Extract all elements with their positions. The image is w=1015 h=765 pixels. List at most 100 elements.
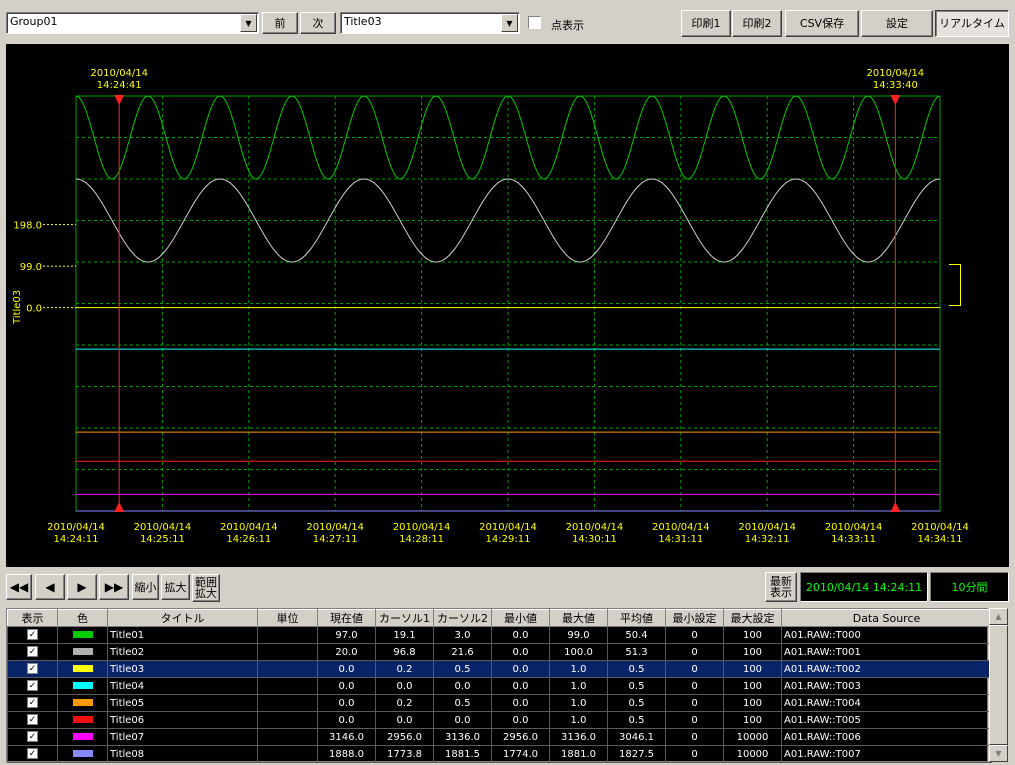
column-header[interactable]: 最小値	[491, 609, 550, 627]
color-swatch[interactable]	[72, 733, 93, 740]
scroll-up-icon[interactable]: ▲	[989, 608, 1008, 625]
color-swatch[interactable]	[72, 631, 93, 638]
color-swatch[interactable]	[72, 750, 93, 757]
skip-first-icon: ◀◀	[9, 579, 29, 594]
cursor2-date-label: 2010/04/14	[867, 68, 925, 79]
print1-button[interactable]: 印刷1	[681, 10, 731, 37]
skip-last-button[interactable]: ▶▶	[99, 574, 129, 600]
time-span-display[interactable]: 10分間	[930, 572, 1009, 602]
group-select[interactable]: Group01 ▼	[6, 12, 259, 34]
visible-checkbox[interactable]: ✓	[27, 714, 38, 726]
color-cell[interactable]	[57, 694, 108, 712]
table-row[interactable]: ✓ Title01 97.0 19.1 3.0 0.0 99.0 50.4 0 100 A01.RA…	[7, 626, 992, 644]
color-swatch[interactable]	[72, 665, 93, 672]
column-header[interactable]: Data Source	[781, 609, 992, 627]
step-back-button[interactable]: ◀	[35, 574, 65, 600]
scroll-down-icon[interactable]: ▼	[989, 745, 1008, 762]
scroll-thumb[interactable]	[989, 625, 1008, 745]
visible-checkbox[interactable]: ✓	[27, 697, 38, 709]
cursor2-top-marker-icon[interactable]	[890, 95, 901, 105]
chevron-down-icon[interactable]: ▼	[501, 14, 518, 32]
color-cell[interactable]	[57, 677, 108, 695]
settings-button[interactable]: 設定	[861, 10, 933, 37]
color-cell[interactable]	[57, 745, 108, 763]
color-cell[interactable]	[57, 643, 108, 661]
color-swatch[interactable]	[72, 682, 93, 689]
column-header[interactable]: 現在値	[317, 609, 376, 627]
x-tick-date: 2010/04/14	[47, 522, 105, 533]
visible-cell[interactable]: ✓	[7, 626, 58, 644]
visible-cell[interactable]: ✓	[7, 660, 58, 678]
column-header[interactable]: カーソル1	[375, 609, 434, 627]
latest-display-button[interactable]: 最新 表示	[765, 572, 797, 602]
skip-first-button[interactable]: ◀◀	[6, 574, 32, 600]
column-header[interactable]: タイトル	[107, 609, 258, 627]
visible-checkbox[interactable]: ✓	[27, 663, 38, 675]
visible-cell[interactable]: ✓	[7, 677, 58, 695]
color-cell[interactable]	[57, 728, 108, 746]
color-cell[interactable]	[57, 626, 108, 644]
table-row[interactable]: ✓ Title06 0.0 0.0 0.0 0.0 1.0 0.5 0 100 A01.RAW::T…	[7, 711, 992, 729]
dot-display-checkbox[interactable]	[528, 16, 541, 29]
min-cell: 0.0	[491, 711, 550, 729]
color-swatch[interactable]	[72, 648, 93, 655]
title-select[interactable]: Title03 ▼	[340, 12, 520, 34]
cursor1-top-marker-icon[interactable]	[114, 95, 125, 105]
unit-cell	[257, 626, 318, 644]
color-cell[interactable]	[57, 711, 108, 729]
visible-cell[interactable]: ✓	[7, 728, 58, 746]
table-row[interactable]: ✓ Title04 0.0 0.0 0.0 0.0 1.0 0.5 0 100 A01.RAW::T…	[7, 677, 992, 695]
column-header[interactable]: 最大設定	[723, 609, 782, 627]
column-header[interactable]: 最小設定	[665, 609, 724, 627]
prev-group-label: 前	[274, 16, 286, 30]
visible-cell[interactable]: ✓	[7, 711, 58, 729]
visible-checkbox[interactable]: ✓	[27, 731, 38, 743]
step-forward-button[interactable]: ▶	[67, 574, 97, 600]
table-scrollbar[interactable]: ▲ ▼	[989, 608, 1008, 762]
start-time-value: 2010/04/14 14:24:11	[805, 580, 923, 594]
zoom-out-button[interactable]: 縮小	[132, 574, 159, 600]
trend-chart[interactable]: 198.099.00.02010/04/1414:24:112010/04/14…	[6, 44, 1009, 567]
column-header[interactable]: 色	[57, 609, 108, 627]
visible-checkbox[interactable]: ✓	[27, 629, 38, 641]
table-row[interactable]: ✓ Title05 0.0 0.2 0.5 0.0 1.0 0.5 0 100 A01.RAW::T…	[7, 694, 992, 712]
prev-group-button[interactable]: 前	[262, 12, 298, 34]
visible-checkbox[interactable]: ✓	[27, 748, 38, 760]
column-header[interactable]: 平均値	[607, 609, 666, 627]
min-set-cell: 0	[665, 626, 724, 644]
visible-checkbox[interactable]: ✓	[27, 646, 38, 658]
realtime-label: リアルタイム	[939, 17, 1005, 30]
range-zoom-button[interactable]: 範囲 拡大	[192, 574, 220, 602]
color-cell[interactable]	[57, 660, 108, 678]
column-header[interactable]: カーソル2	[433, 609, 492, 627]
trend-chart-panel[interactable]: 198.0 99.0 0.0 2010/04/14 14:24:11 2010/04/14…	[6, 44, 1009, 567]
visible-cell[interactable]: ✓	[7, 643, 58, 661]
group-select-value: Group01	[10, 15, 58, 28]
table-row[interactable]: ✓ Title08 1888.0 1773.8 1881.5 1774.0 1881.0 18…	[7, 745, 992, 763]
chart-labels: 198.099.00.02010/04/1414:24:112010/04/14…	[13, 68, 968, 545]
next-group-button[interactable]: 次	[300, 12, 336, 34]
visible-checkbox[interactable]: ✓	[27, 680, 38, 692]
color-swatch[interactable]	[72, 716, 93, 723]
x-tick-date: 2010/04/14	[134, 522, 192, 533]
table-row[interactable]: ✓ Title07 3146.0 2956.0 3136.0 2956.0 3136.0 30…	[7, 728, 992, 746]
zoom-in-button[interactable]: 拡大	[161, 574, 190, 600]
print2-button[interactable]: 印刷2	[732, 10, 782, 37]
table-row[interactable]: ✓ Title03 0.0 0.2 0.5 0.0 1.0 0.5 0 100 A01.RAW::T…	[7, 660, 992, 678]
table-row[interactable]: ✓ Title02 20.0 96.8 21.6 0.0 100.0 51.3 0 100 A01.…	[7, 643, 992, 661]
data-source-cell: A01.RAW::T004	[781, 694, 992, 712]
visible-cell[interactable]: ✓	[7, 745, 58, 763]
chevron-down-icon[interactable]: ▼	[240, 14, 257, 32]
c1-cell: 1773.8	[375, 745, 434, 763]
cursor1-bottom-marker-icon[interactable]	[114, 502, 125, 512]
series-table[interactable]: 表示色タイトル 単位 現在値 カーソル1 カーソル2 最小値 最大値 平均値 最小設定 最大設定 D…	[6, 608, 992, 763]
realtime-toggle-button[interactable]: リアルタイム	[935, 10, 1009, 37]
column-header[interactable]: 最大値	[549, 609, 608, 627]
visible-cell[interactable]: ✓	[7, 694, 58, 712]
column-header[interactable]: 表示	[7, 609, 58, 627]
column-header[interactable]: 単位	[257, 609, 318, 627]
current-cell: 97.0	[317, 626, 376, 644]
color-swatch[interactable]	[72, 699, 93, 706]
csv-save-button[interactable]: CSV保存	[785, 10, 859, 37]
cursor2-bottom-marker-icon[interactable]	[890, 502, 901, 512]
